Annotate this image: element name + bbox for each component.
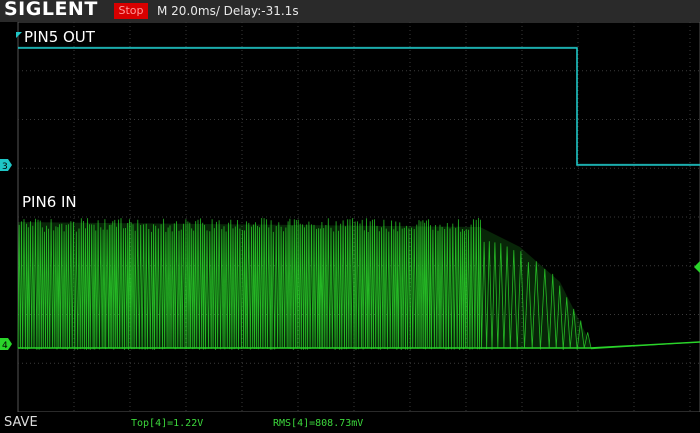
ch4-label: PIN6 IN [22, 193, 77, 211]
ch4-marker-number: 4 [2, 341, 8, 351]
ch3-label-arrow-icon [16, 32, 22, 38]
ch3-label: PIN5 OUT [24, 28, 96, 46]
ch3-marker-number: 3 [2, 162, 8, 172]
trigger-level-marker[interactable] [694, 261, 700, 273]
measurement-bar: SAVE Top[4]=1.22V RMS[4]=808.73mV [0, 412, 700, 433]
waveform-display[interactable]: 3 4 PIN5 OUT PIN6 IN [0, 22, 700, 412]
ch4-waveform-envelope [18, 222, 590, 348]
brand-logo: SIGLENT [4, 0, 98, 20]
ch4-trace [17, 217, 700, 351]
measurement-top: Top[4]=1.22V [131, 418, 204, 429]
save-softkey[interactable]: SAVE [4, 415, 38, 430]
timebase-readout[interactable]: M 20.0ms/ Delay:-31.1s [157, 3, 299, 19]
run-stop-badge[interactable]: Stop [114, 3, 148, 19]
ch3-trace-noise [18, 46, 700, 165]
status-bar: SIGLENT Stop M 20.0ms/ Delay:-31.1s [0, 0, 700, 22]
ch3-trace [18, 47, 700, 166]
graticule-grid [17, 22, 700, 412]
measurement-rms: RMS[4]=808.73mV [273, 418, 364, 429]
